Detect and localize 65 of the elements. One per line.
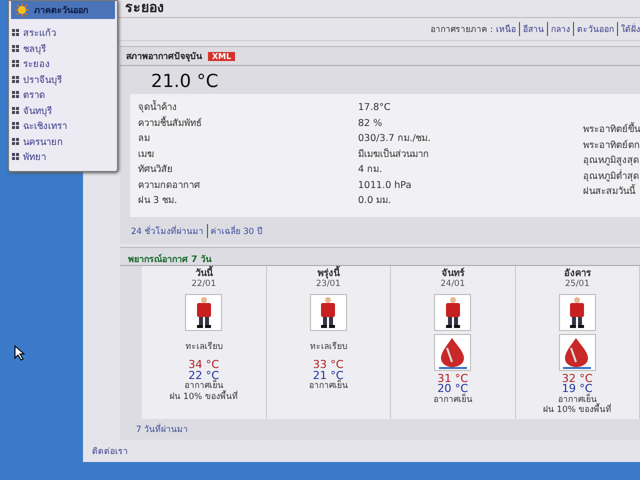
history-link[interactable]: ค่าเฉลี่ย 30 ปี [206,224,262,238]
high-temperature: 34 °C [188,360,220,370]
panel-title: สภาพอากาศปัจจุบัน [126,50,202,63]
menu-link[interactable]: ชลบุรี [23,40,46,56]
detail-label: อุณหภูมิต่ำสุด [583,170,639,182]
detail-label: พระอาทิตย์ตก [583,140,640,150]
detail-label: ความชื้นสัมพัทธ์ [138,118,202,128]
detail-label: ลม [138,133,150,144]
day-name: อังคาร [564,268,591,279]
detail-value: 82 % [358,118,382,128]
detail-value: 030/3.7 กม./ชม. [358,133,431,144]
detail-label: ความกดอากาศ [138,180,200,190]
detail-label: อุณหภูมิสูงสุด [583,155,639,166]
menu-link[interactable]: พัทยา [23,149,46,164]
weather-description: อากาศเย็น [308,381,348,392]
menu-link[interactable]: ปราจีนบุรี [23,72,62,87]
region-link[interactable]: เหนือ [496,22,516,36]
weather-description: อากาศเย็น [184,381,224,391]
region-link[interactable]: อีสาน [519,22,544,36]
menu-link[interactable]: สระแก้ว [23,25,56,40]
high-temperature: 32 °C [562,374,593,384]
region-link[interactable]: ใต้ฝั่ง [617,22,640,36]
day-name: จันทร์ [441,268,464,279]
sea-condition: ทะเลเรียบ [310,342,347,352]
history-link[interactable]: 7 วันที่ผ่านมา [136,424,188,434]
menu-link[interactable]: นครนายก [23,134,63,149]
history-link[interactable]: 24 ชั่วโมงที่ผ่านมา [131,224,204,238]
panel-title: พยากรณ์อากาศ 7 วัน [128,254,212,264]
detail-value: 0.0 มม. [358,195,392,206]
xml-badge[interactable]: XML [208,52,236,60]
detail-label: จุดน้ำค้าง [138,102,177,113]
menu-link[interactable]: ฉะเชิงเทรา [23,118,67,134]
detail-label: พระอาทิตย์ขึ้น [583,124,640,135]
rain-chance: ฝน 10% ของพื้นที่ [170,392,238,402]
low-temperature: 21 °C [312,370,344,381]
region-link[interactable]: กลาง [547,22,570,36]
detail-label: ฝนสะสมวันนี้ [583,186,635,197]
menu-link[interactable]: ระยอง [23,56,50,72]
weather-description: อากาศเย็น [558,394,597,404]
low-temperature: 20 °C [437,384,468,394]
menu-link[interactable]: ตราด [23,87,45,102]
day-date: 22/01 [192,279,216,290]
high-temperature: 31 °C [437,374,468,384]
detail-label: ทัศนวิสัย [138,164,173,175]
low-temperature: 22 °C [188,370,220,381]
low-temperature: 19 °C [562,384,593,394]
menu-title: ภาคตะวันออก [34,4,88,17]
region-link[interactable]: ตะวันออก [573,22,614,36]
detail-value: 1011.0 hPa [358,180,412,190]
current-temperature: 21.0 °C [150,70,220,94]
detail-label: เมฆ [138,148,154,160]
detail-label: ฝน 3 ชม. [138,195,178,206]
high-temperature: 33 °C [312,360,344,370]
rain-chance: ฝน 10% ของพื้นที่ [543,405,612,416]
weather-description: อากาศเย็น [433,394,472,405]
detail-value: 17.8°C [358,102,391,113]
menu-link[interactable]: จันทบุรี [23,102,52,118]
detail-value: 4 กม. [358,164,382,175]
region-label: อากาศรายภาค : [430,24,493,36]
day-date: 24/01 [440,279,465,290]
sea-condition: ทะเลเรียบ [185,342,222,352]
day-date: 23/01 [316,279,340,290]
day-date: 25/01 [565,279,590,290]
detail-value: มีเมฆเป็นส่วนมาก [358,148,429,160]
contact-link[interactable]: ติดต่อเรา [92,446,128,456]
